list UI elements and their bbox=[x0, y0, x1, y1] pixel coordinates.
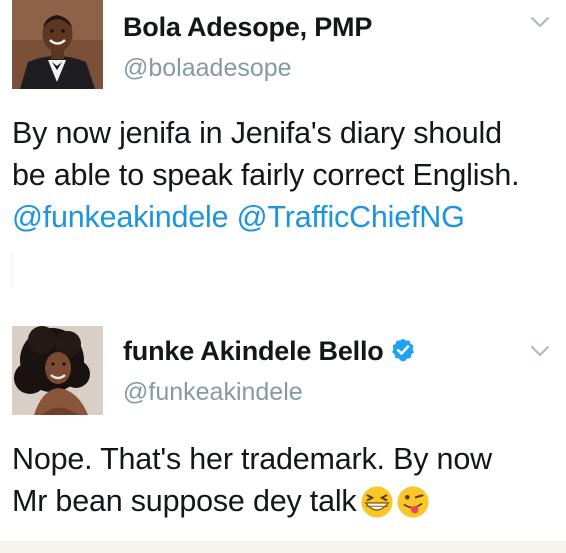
chevron-down-icon[interactable] bbox=[528, 14, 552, 30]
user-handle[interactable]: @bolaadesope bbox=[123, 54, 292, 83]
tweet-card: funke Akindele Bello @funkeakindele Nope… bbox=[0, 318, 566, 543]
display-name[interactable]: funke Akindele Bello bbox=[123, 336, 416, 367]
tweet-text-line: Mr bean suppose dey talk bbox=[12, 480, 556, 522]
verified-badge-icon bbox=[391, 338, 414, 362]
user-handle[interactable]: @funkeakindele bbox=[123, 378, 303, 407]
tweet-text: By now jenifa in Jenifa's diary should b… bbox=[12, 112, 556, 238]
chevron-down-icon[interactable] bbox=[528, 343, 552, 359]
divider bbox=[12, 252, 13, 288]
display-name-text[interactable]: funke Akindele Bello bbox=[123, 336, 384, 366]
tweet-card: Bola Adesope, PMP @bolaadesope By now je… bbox=[0, 0, 566, 300]
grinning-squinting-face-emoji bbox=[361, 486, 394, 518]
avatar[interactable] bbox=[12, 0, 103, 89]
profile-photo-woman-curly-hair bbox=[12, 326, 103, 415]
tweet-text-line: be able to speak fairly correct English. bbox=[12, 158, 520, 192]
tweet-text-line: Nope. That's her trademark. By now bbox=[12, 442, 492, 476]
display-name-text[interactable]: Bola Adesope, PMP bbox=[123, 12, 372, 42]
tweet-text-line: By now jenifa in Jenifa's diary should bbox=[12, 116, 502, 150]
tweet-text-segment: Mr bean suppose dey talk bbox=[12, 484, 357, 518]
mention-link[interactable]: @funkeakindele bbox=[12, 200, 229, 234]
mention-link[interactable]: @TrafficChiefNG bbox=[237, 200, 465, 234]
display-name[interactable]: Bola Adesope, PMP bbox=[123, 12, 372, 43]
profile-photo-man-tuxedo bbox=[12, 0, 103, 89]
bottom-bar bbox=[0, 541, 566, 553]
avatar[interactable] bbox=[12, 326, 103, 415]
tweet-text: Nope. That's her trademark. By now Mr be… bbox=[12, 438, 556, 522]
mentions-line: @funkeakindele @TrafficChiefNG bbox=[12, 196, 556, 238]
winking-tongue-face-emoji bbox=[397, 486, 430, 518]
